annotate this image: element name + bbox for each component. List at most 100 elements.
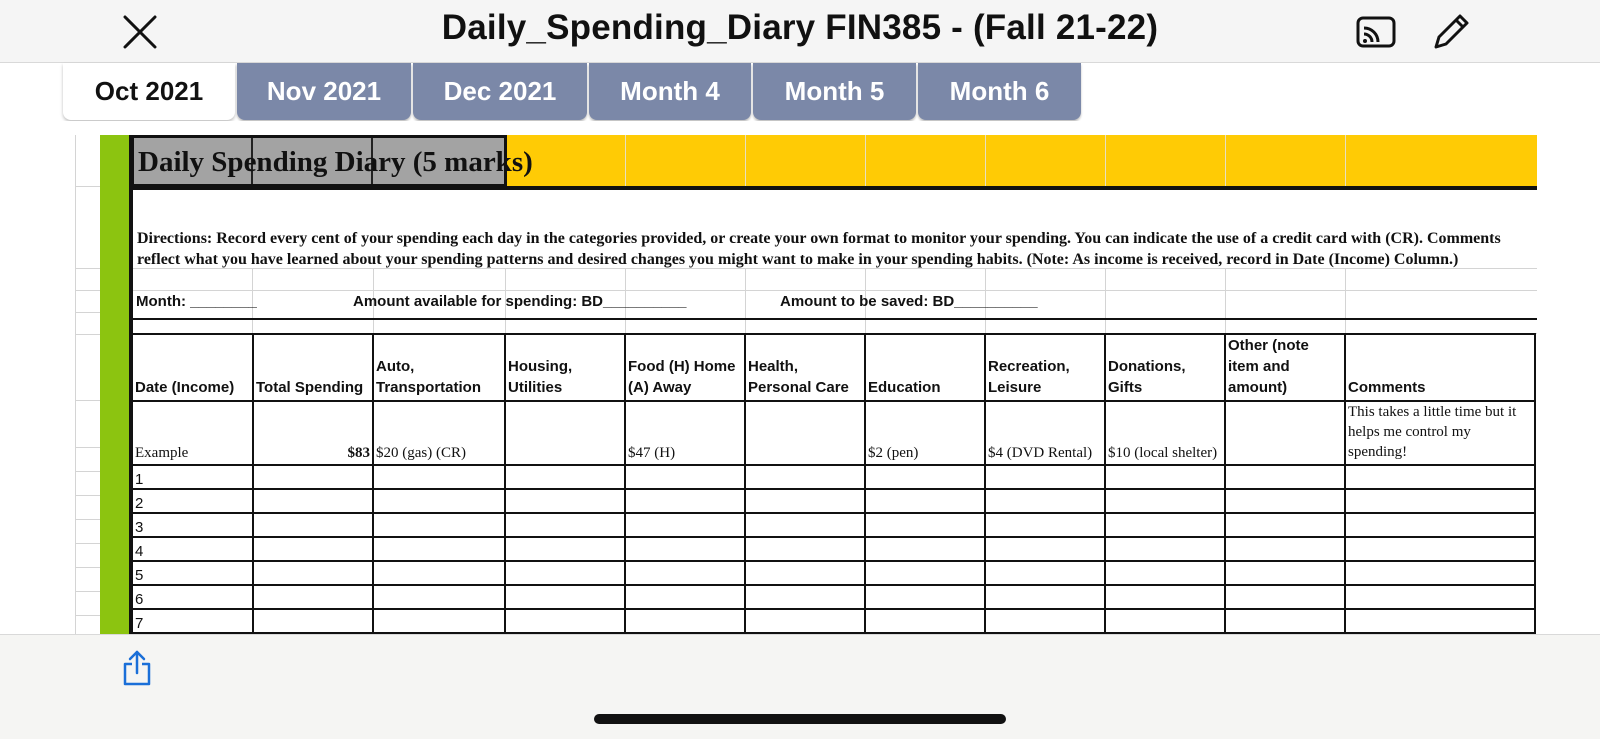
day-cell[interactable]: 1	[133, 465, 254, 490]
table-cell[interactable]	[373, 465, 506, 490]
table-cell[interactable]	[625, 465, 746, 490]
table-cell[interactable]	[865, 537, 986, 562]
table-cell[interactable]	[505, 489, 626, 514]
day-cell[interactable]: 7	[133, 609, 254, 634]
table-cell[interactable]: $2 (pen)	[865, 401, 986, 466]
table-cell[interactable]	[985, 537, 1106, 562]
table-cell[interactable]	[505, 561, 626, 586]
table-cell[interactable]	[373, 585, 506, 610]
tab-nov-2021[interactable]: Nov 2021	[237, 63, 411, 120]
table-cell[interactable]	[253, 561, 374, 586]
table-cell[interactable]	[865, 585, 986, 610]
table-cell[interactable]	[1105, 513, 1226, 538]
table-cell[interactable]	[253, 465, 374, 490]
table-cell[interactable]	[745, 585, 866, 610]
tab-oct-2021[interactable]: Oct 2021	[63, 63, 235, 120]
table-cell[interactable]	[373, 561, 506, 586]
table-cell[interactable]	[1105, 585, 1226, 610]
table-cell[interactable]	[1345, 465, 1536, 490]
cast-button[interactable]	[1354, 12, 1398, 52]
table-cell[interactable]	[745, 561, 866, 586]
table-cell[interactable]	[373, 609, 506, 634]
table-cell[interactable]	[625, 561, 746, 586]
table-cell[interactable]	[625, 537, 746, 562]
table-cell[interactable]	[1225, 513, 1346, 538]
table-cell[interactable]	[253, 609, 374, 634]
table-cell[interactable]	[1225, 585, 1346, 610]
table-cell[interactable]	[985, 489, 1106, 514]
table-cell[interactable]	[1345, 585, 1536, 610]
column-header[interactable]: Other (note item and amount)	[1225, 333, 1346, 402]
table-cell[interactable]	[625, 585, 746, 610]
table-cell[interactable]	[1345, 561, 1536, 586]
table-cell[interactable]: $10 (local shelter)	[1105, 401, 1226, 466]
column-header[interactable]: Recreation, Leisure	[985, 333, 1106, 402]
table-cell[interactable]	[1225, 401, 1346, 466]
table-cell[interactable]	[373, 513, 506, 538]
tab-dec-2021[interactable]: Dec 2021	[413, 63, 587, 120]
table-cell[interactable]	[1105, 465, 1226, 490]
table-cell[interactable]	[745, 401, 866, 466]
table-cell[interactable]	[625, 609, 746, 634]
table-cell[interactable]	[745, 465, 866, 490]
table-cell[interactable]	[373, 537, 506, 562]
table-cell[interactable]	[1105, 489, 1226, 514]
table-cell[interactable]	[745, 609, 866, 634]
column-header[interactable]: Food (H) Home (A) Away	[625, 333, 746, 402]
table-cell[interactable]	[253, 585, 374, 610]
table-cell[interactable]	[985, 465, 1106, 490]
table-cell[interactable]	[253, 489, 374, 514]
table-cell[interactable]	[865, 561, 986, 586]
tab-month-4[interactable]: Month 4	[589, 63, 751, 120]
table-cell[interactable]: $20 (gas) (CR)	[373, 401, 506, 466]
column-header[interactable]: Date (Income)	[133, 333, 254, 402]
column-header[interactable]: Housing, Utilities	[505, 333, 626, 402]
table-cell[interactable]	[865, 489, 986, 514]
table-cell[interactable]	[505, 609, 626, 634]
table-cell[interactable]	[1105, 609, 1226, 634]
home-indicator[interactable]	[594, 714, 1006, 724]
day-cell[interactable]: 6	[133, 585, 254, 610]
tab-month-6[interactable]: Month 6	[918, 63, 1081, 120]
day-cell[interactable]: 4	[133, 537, 254, 562]
table-cell[interactable]	[1345, 513, 1536, 538]
table-cell[interactable]	[745, 513, 866, 538]
table-cell[interactable]	[505, 513, 626, 538]
table-cell[interactable]: Example	[133, 401, 254, 466]
share-button[interactable]	[117, 647, 157, 689]
table-cell[interactable]	[253, 537, 374, 562]
day-cell[interactable]: 2	[133, 489, 254, 514]
table-cell[interactable]	[1225, 561, 1346, 586]
table-cell[interactable]	[1345, 537, 1536, 562]
table-cell[interactable]	[1105, 561, 1226, 586]
close-button[interactable]	[118, 12, 162, 52]
table-cell[interactable]	[865, 609, 986, 634]
table-cell[interactable]	[1225, 537, 1346, 562]
column-header[interactable]: Donations, Gifts	[1105, 333, 1226, 402]
table-cell[interactable]	[625, 513, 746, 538]
table-cell[interactable]	[505, 401, 626, 466]
table-cell[interactable]	[625, 489, 746, 514]
table-cell[interactable]	[373, 489, 506, 514]
table-cell[interactable]	[1105, 537, 1226, 562]
table-cell[interactable]	[985, 561, 1106, 586]
table-cell[interactable]: This takes a little time but it helps me…	[1345, 401, 1536, 466]
table-cell[interactable]	[1225, 465, 1346, 490]
table-cell[interactable]	[1345, 609, 1536, 634]
column-header[interactable]: Total Spending	[253, 333, 374, 402]
column-header[interactable]: Health, Personal Care	[745, 333, 866, 402]
table-cell[interactable]	[985, 609, 1106, 634]
table-cell[interactable]	[253, 513, 374, 538]
day-cell[interactable]: 3	[133, 513, 254, 538]
column-header[interactable]: Education	[865, 333, 986, 402]
table-cell[interactable]	[1345, 489, 1536, 514]
table-cell[interactable]	[865, 513, 986, 538]
table-cell[interactable]	[745, 489, 866, 514]
table-cell[interactable]	[985, 585, 1106, 610]
table-cell[interactable]	[505, 585, 626, 610]
table-cell[interactable]	[745, 537, 866, 562]
table-cell[interactable]	[865, 465, 986, 490]
table-cell[interactable]	[985, 513, 1106, 538]
column-header[interactable]: Comments	[1345, 333, 1536, 402]
table-cell[interactable]	[505, 537, 626, 562]
